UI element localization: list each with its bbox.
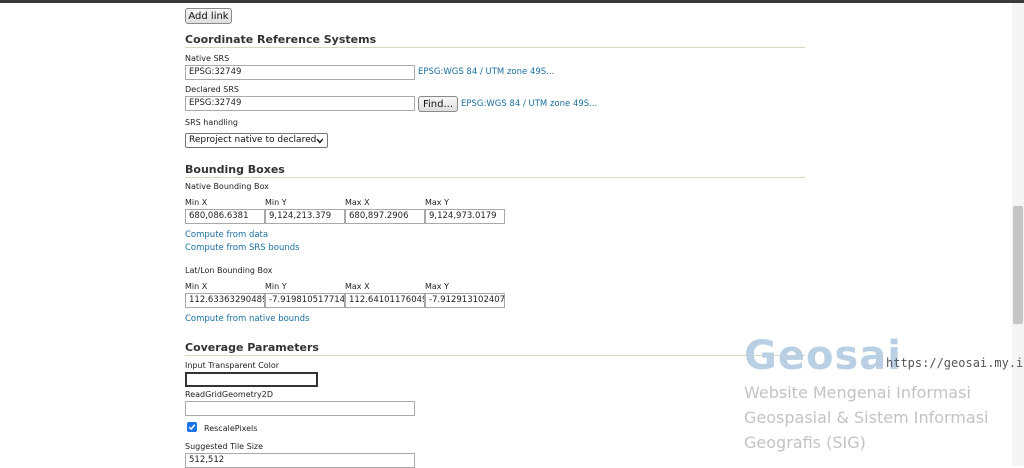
latlon-minx-header: Min X — [185, 282, 208, 291]
native-maxx-header: Max X — [345, 198, 370, 207]
native-minx-header: Min X — [185, 198, 208, 207]
grid-geometry-label: ReadGridGeometry2D — [185, 390, 274, 399]
find-srs-button[interactable]: Find... — [418, 96, 458, 112]
compute-from-data-link[interactable]: Compute from data — [185, 230, 268, 240]
native-srs-label: Native SRS — [185, 54, 230, 63]
crs-divider — [185, 47, 805, 48]
latlon-miny-header: Min Y — [265, 282, 287, 291]
rescale-pixels-checkbox[interactable] — [187, 422, 197, 432]
compute-from-srs-link[interactable]: Compute from SRS bounds — [185, 243, 300, 253]
scrollbar-thumb[interactable] — [1013, 206, 1023, 324]
watermark-line-1: Website Mengenai Informasi — [744, 383, 971, 402]
watermark-line-2: Geospasial & Sistem Informasi — [744, 408, 989, 427]
declared-srs-label: Declared SRS — [185, 85, 239, 94]
browser-top-bar — [0, 0, 1024, 3]
srs-handling-select[interactable]: Reproject native to declared — [185, 133, 328, 148]
tile-size-label: Suggested Tile Size — [185, 442, 264, 451]
rescale-pixels-label: RescalePixels — [204, 424, 258, 433]
grid-geometry-field[interactable] — [185, 401, 415, 416]
transparent-color-label: Input Transparent Color — [185, 361, 280, 370]
srs-handling-value: Reproject native to declared — [189, 135, 317, 145]
coverage-heading: Coverage Parameters — [185, 341, 319, 354]
add-link-button[interactable]: Add link — [185, 8, 232, 24]
latlon-maxx-field[interactable]: 112.641011760493 — [345, 293, 425, 308]
watermark-title: Geosai — [744, 333, 902, 379]
watermark-line-3: Geografis (SIG) — [744, 433, 866, 452]
native-miny-header: Min Y — [265, 198, 287, 207]
checkmark-icon — [188, 424, 196, 431]
native-bbox-label: Native Bounding Box — [185, 182, 269, 191]
latlon-minx-field[interactable]: 112.633632904891 — [185, 293, 265, 308]
declared-srs-field[interactable]: EPSG:32749 — [185, 96, 415, 111]
chevron-down-icon — [316, 138, 324, 143]
latlon-maxx-header: Max X — [345, 282, 370, 291]
native-miny-field[interactable]: 9,124,213.379 — [265, 209, 345, 224]
srs-handling-label: SRS handling — [185, 118, 238, 127]
native-srs-link[interactable]: EPSG:WGS 84 / UTM zone 49S... — [418, 67, 554, 77]
crs-heading: Coordinate Reference Systems — [185, 33, 377, 46]
latlon-maxy-header: Max Y — [425, 282, 449, 291]
native-srs-field[interactable]: EPSG:32749 — [185, 65, 415, 80]
native-maxy-field[interactable]: 9,124,973.0179 — [425, 209, 505, 224]
latlon-maxy-field[interactable]: -7.9129131024077 — [425, 293, 505, 308]
compute-from-native-link[interactable]: Compute from native bounds — [185, 314, 309, 324]
latlon-bbox-label: Lat/Lon Bounding Box — [185, 266, 273, 275]
bbox-divider — [185, 177, 805, 178]
declared-srs-link[interactable]: EPSG:WGS 84 / UTM zone 49S... — [461, 99, 597, 109]
native-maxy-header: Max Y — [425, 198, 449, 207]
latlon-miny-field[interactable]: -7.9198105177146 — [265, 293, 345, 308]
bbox-heading: Bounding Boxes — [185, 163, 285, 176]
native-minx-field[interactable]: 680,086.6381 — [185, 209, 265, 224]
transparent-color-field[interactable] — [185, 372, 318, 387]
native-maxx-field[interactable]: 680,897.2906 — [345, 209, 425, 224]
coverage-divider — [185, 355, 805, 356]
watermark-url: https://geosai.my.id — [886, 356, 1024, 370]
